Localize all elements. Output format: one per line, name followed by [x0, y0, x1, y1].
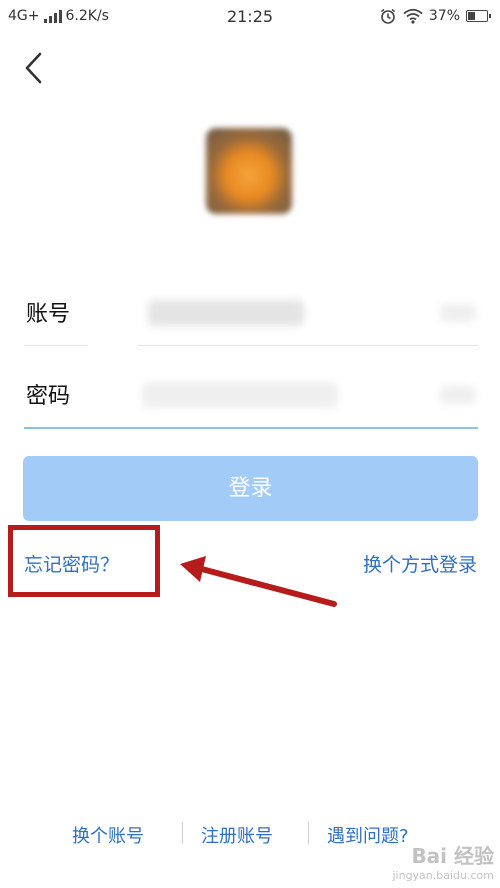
- status-bar: 4G+ 6.2K/s 21:25 37%: [0, 0, 500, 34]
- row-divider: [138, 345, 478, 346]
- battery-fill: [468, 12, 475, 20]
- alarm-icon: [380, 8, 395, 24]
- switch-login-method-link[interactable]: 换个方式登录: [363, 550, 477, 577]
- footer-separator: [182, 822, 183, 844]
- battery-icon: [466, 10, 491, 22]
- row-divider: [24, 345, 88, 346]
- login-button[interactable]: 登录: [23, 456, 478, 521]
- switch-account-link[interactable]: 换个账号: [72, 822, 144, 848]
- account-input[interactable]: [148, 300, 304, 326]
- password-visibility-icon[interactable]: [440, 386, 476, 404]
- password-label: 密码: [26, 384, 71, 409]
- watermark-url: jingyan.baidu.com: [392, 869, 494, 882]
- annotation-arrow-icon: [180, 556, 337, 607]
- password-focus-underline: [24, 427, 478, 429]
- watermark: Bai 经验 jingyan.baidu.com: [392, 840, 494, 882]
- avatar: [206, 128, 292, 214]
- wifi-icon: [403, 8, 423, 24]
- annotation-highlight-box: [8, 525, 160, 597]
- battery-percent: 37%: [428, 8, 460, 24]
- account-dropdown-icon[interactable]: [440, 304, 476, 322]
- status-right: 37%: [379, 7, 491, 25]
- account-label: 账号: [26, 302, 71, 327]
- chevron-left-icon: [25, 52, 42, 84]
- back-button[interactable]: [18, 48, 50, 88]
- footer-separator: [308, 822, 309, 844]
- register-link[interactable]: 注册账号: [201, 822, 273, 848]
- password-input[interactable]: [142, 382, 338, 408]
- watermark-brand: Bai 经验: [411, 844, 494, 868]
